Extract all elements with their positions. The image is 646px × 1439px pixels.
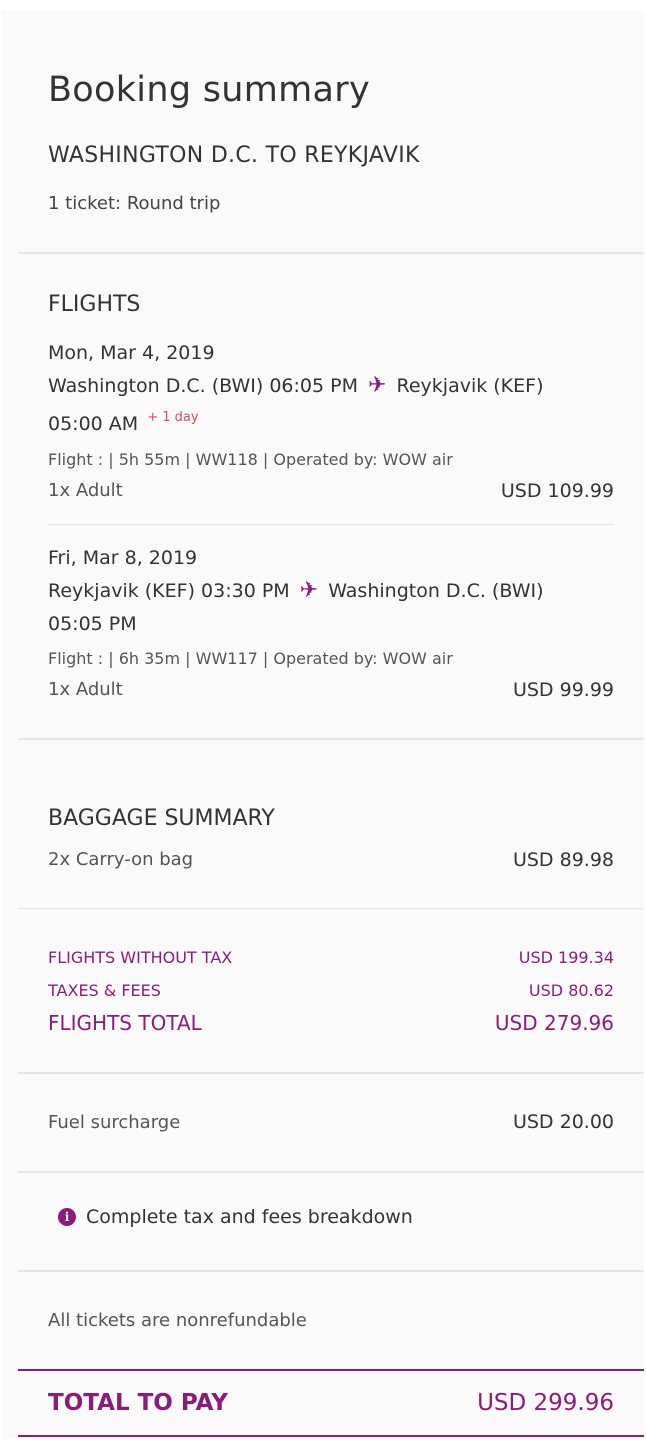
divider <box>18 908 644 909</box>
flights-total-value: USD 279.96 <box>494 1011 614 1035</box>
leg-1-details: Flight : | 5h 55m | WW118 | Operated by:… <box>48 450 453 469</box>
flights-without-tax-label: FLIGHTS WITHOUT TAX <box>48 948 233 967</box>
divider <box>18 252 644 254</box>
divider <box>18 1171 644 1173</box>
divider <box>18 1270 644 1272</box>
divider <box>18 738 644 740</box>
taxes-fees-value: USD 80.62 <box>528 981 614 1000</box>
plane-icon: ✈ <box>299 578 319 603</box>
leg-2-origin: Reykjavik (KEF) 03:30 PM <box>48 580 290 602</box>
leg-2-destination: Washington D.C. (BWI) <box>328 580 544 602</box>
leg-2-date: Fri, Mar 8, 2019 <box>48 547 198 569</box>
leg-1-price: USD 109.99 <box>500 480 614 502</box>
page-title: Booking summary <box>48 70 371 110</box>
route-title: WASHINGTON D.C. TO REYKJAVIK <box>48 143 420 168</box>
leg-2-price: USD 99.99 <box>512 679 614 701</box>
nonrefundable-notice: All tickets are nonrefundable <box>48 1310 307 1331</box>
leg-2-passenger: 1x Adult <box>48 679 123 700</box>
leg-1-arrival: 05:00 AM <box>48 413 139 435</box>
leg-1-origin: Washington D.C. (BWI) 06:05 PM <box>48 375 358 397</box>
leg-1-route: Washington D.C. (BWI) 06:05 PM ✈ Reykjav… <box>48 373 544 398</box>
taxes-fees-label: TAXES & FEES <box>48 981 161 1000</box>
info-icon: i <box>58 1208 76 1226</box>
flights-without-tax-value: USD 199.34 <box>518 948 614 967</box>
total-to-pay-label: TOTAL TO PAY <box>48 1390 228 1416</box>
flights-total-label: FLIGHTS TOTAL <box>48 1011 202 1035</box>
tax-breakdown-link[interactable]: i Complete tax and fees breakdown <box>58 1206 413 1228</box>
leg-2-details: Flight : | 6h 35m | WW117 | Operated by:… <box>48 649 453 668</box>
tax-breakdown-label: Complete tax and fees breakdown <box>86 1206 413 1228</box>
total-bottom-rule <box>18 1435 644 1437</box>
leg-1-arrival-row: 05:00 AM + 1 day <box>48 410 199 435</box>
baggage-heading: BAGGAGE SUMMARY <box>48 806 275 831</box>
ticket-info: 1 ticket: Round trip <box>48 193 221 214</box>
total-top-rule <box>18 1369 644 1371</box>
day-offset-badge: + 1 day <box>147 410 199 425</box>
total-to-pay-value: USD 299.96 <box>477 1390 614 1416</box>
fuel-surcharge-value: USD 20.00 <box>512 1111 614 1133</box>
booking-summary-panel: Booking summary WASHINGTON D.C. TO REYKJ… <box>2 10 644 1439</box>
leg-2-route: Reykjavik (KEF) 03:30 PM ✈ Washington D.… <box>48 578 544 603</box>
baggage-price: USD 89.98 <box>512 849 614 871</box>
leg-divider <box>48 524 614 525</box>
leg-2-arrival: 05:05 PM <box>48 613 137 635</box>
plane-icon: ✈ <box>368 373 387 398</box>
leg-1-date: Mon, Mar 4, 2019 <box>48 342 215 364</box>
baggage-item: 2x Carry-on bag <box>48 849 194 870</box>
flights-heading: FLIGHTS <box>48 292 141 317</box>
leg-1-destination: Reykjavik (KEF) <box>396 375 544 397</box>
fuel-surcharge-label: Fuel surcharge <box>48 1112 181 1133</box>
leg-1-passenger: 1x Adult <box>48 480 123 501</box>
divider <box>18 1072 644 1074</box>
